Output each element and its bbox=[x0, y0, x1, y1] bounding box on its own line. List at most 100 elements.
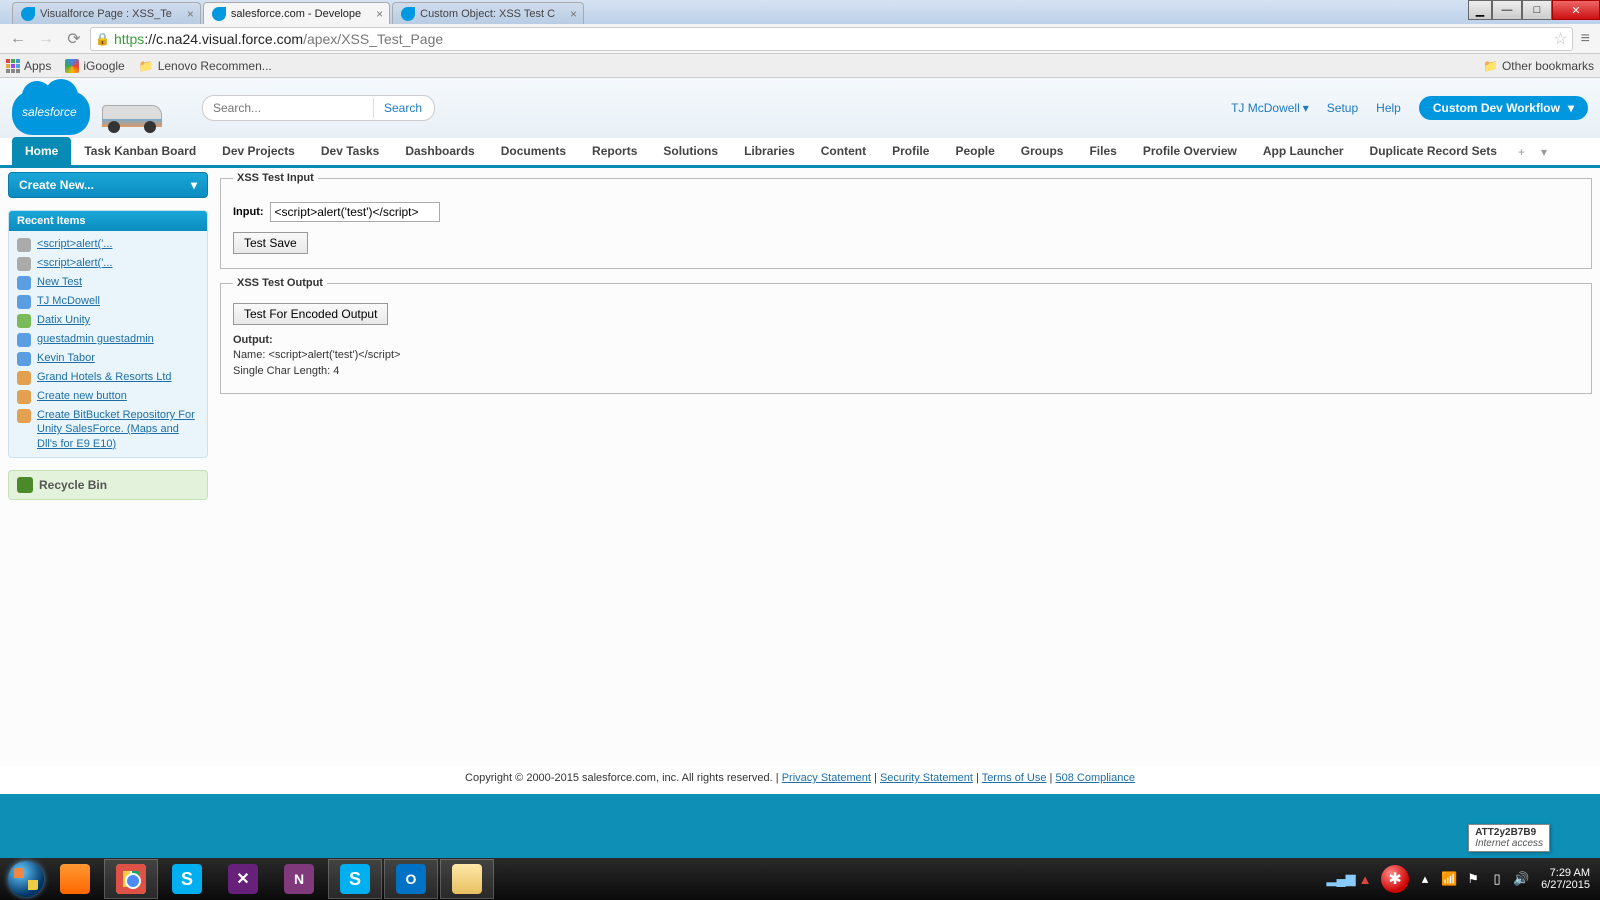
workflow-label: Custom Dev Workflow bbox=[1433, 101, 1560, 115]
privacy-link[interactable]: Privacy Statement bbox=[782, 772, 871, 784]
bookmark-igoogle[interactable]: iGoogle bbox=[65, 59, 124, 73]
bm-label: iGoogle bbox=[83, 59, 124, 73]
taskbar-explorer[interactable] bbox=[440, 859, 494, 899]
reload-icon[interactable]: ⟳ bbox=[62, 27, 86, 51]
address-bar[interactable]: 🔒 https://c.na24.visual.force.com/apex/X… bbox=[90, 27, 1573, 51]
search-input[interactable] bbox=[213, 101, 373, 115]
tray-chevron-icon[interactable]: ▴ bbox=[1417, 871, 1433, 887]
minimize-button[interactable]: — bbox=[1492, 0, 1522, 20]
chevron-down-icon: ▾ bbox=[191, 178, 197, 192]
setup-link[interactable]: Setup bbox=[1327, 101, 1358, 115]
close-button[interactable]: ✕ bbox=[1552, 0, 1600, 20]
taskbar-vs[interactable]: ✕ bbox=[216, 859, 270, 899]
recent-link[interactable]: guestadmin guestadmin bbox=[37, 332, 154, 346]
recent-link[interactable]: Kevin Tabor bbox=[37, 351, 95, 365]
minimize-alt-button[interactable]: ▁ bbox=[1468, 0, 1492, 20]
tab-home[interactable]: Home bbox=[12, 137, 71, 165]
tab-people[interactable]: People bbox=[942, 137, 1007, 165]
other-bookmarks[interactable]: 📁Other bookmarks bbox=[1483, 59, 1594, 73]
close-icon[interactable]: × bbox=[187, 7, 194, 21]
tray-network-icon[interactable]: ▂▄▆ bbox=[1333, 871, 1349, 887]
recent-item: Create new button bbox=[9, 387, 207, 406]
taskbar-onenote[interactable]: N bbox=[272, 859, 326, 899]
tab-documents[interactable]: Documents bbox=[488, 137, 579, 165]
tab-groups[interactable]: Groups bbox=[1008, 137, 1077, 165]
add-tab-icon[interactable]: + bbox=[1510, 139, 1533, 165]
browser-tab-1[interactable]: Visualforce Page : XSS_Te× bbox=[12, 2, 201, 24]
recent-link[interactable]: <script>alert('... bbox=[37, 237, 112, 251]
record-icon bbox=[17, 390, 31, 404]
recent-link[interactable]: Datix Unity bbox=[37, 313, 90, 327]
tab-duplicates[interactable]: Duplicate Record Sets bbox=[1357, 137, 1510, 165]
terms-link[interactable]: Terms of Use bbox=[982, 772, 1047, 784]
forward-icon[interactable]: → bbox=[34, 27, 58, 51]
record-icon bbox=[17, 409, 31, 423]
input-row: Input: bbox=[233, 202, 1579, 222]
tooltip-ssid: ATT2y2B7B9 bbox=[1475, 827, 1543, 838]
tab-files[interactable]: Files bbox=[1076, 137, 1129, 165]
flag-icon[interactable]: ⚑ bbox=[1465, 871, 1481, 887]
recent-link[interactable]: Create BitBucket Repository For Unity Sa… bbox=[37, 408, 199, 451]
tab-dashboards[interactable]: Dashboards bbox=[392, 137, 487, 165]
tray-av-icon[interactable]: ▲ bbox=[1357, 871, 1373, 887]
tab-devtasks[interactable]: Dev Tasks bbox=[308, 137, 392, 165]
apps-shortcut[interactable]: Apps bbox=[6, 59, 51, 73]
recent-link[interactable]: <script>alert('... bbox=[37, 256, 112, 270]
browser-tab-3[interactable]: Custom Object: XSS Test C× bbox=[392, 2, 584, 24]
recent-item: New Test bbox=[9, 273, 207, 292]
browser-tab-2[interactable]: salesforce.com - Develope× bbox=[203, 2, 390, 24]
tab-solutions[interactable]: Solutions bbox=[650, 137, 731, 165]
clock[interactable]: 7:29 AM 6/27/2015 bbox=[1537, 867, 1594, 891]
onenote-icon: N bbox=[284, 864, 314, 894]
close-icon[interactable]: × bbox=[376, 7, 383, 21]
taskbar-wmp[interactable] bbox=[48, 859, 102, 899]
close-icon[interactable]: × bbox=[570, 7, 577, 21]
chrome-icon bbox=[116, 864, 146, 894]
battery-icon[interactable]: ▯ bbox=[1489, 871, 1505, 887]
chevron-down-icon: ▾ bbox=[1568, 101, 1574, 115]
tab-profile[interactable]: Profile bbox=[879, 137, 942, 165]
maximize-button[interactable]: □ bbox=[1522, 0, 1552, 20]
tab-profileoverview[interactable]: Profile Overview bbox=[1130, 137, 1250, 165]
create-new-button[interactable]: Create New...▾ bbox=[8, 172, 208, 198]
search-button[interactable]: Search bbox=[373, 98, 432, 118]
recent-link[interactable]: Grand Hotels & Resorts Ltd bbox=[37, 370, 172, 384]
output-length: Single Char Length: 4 bbox=[233, 365, 339, 377]
test-encoded-button[interactable]: Test For Encoded Output bbox=[233, 303, 388, 325]
tab-libraries[interactable]: Libraries bbox=[731, 137, 808, 165]
recent-link[interactable]: TJ McDowell bbox=[37, 294, 100, 308]
compliance-link[interactable]: 508 Compliance bbox=[1055, 772, 1135, 784]
recent-link[interactable]: Create new button bbox=[37, 389, 127, 403]
tab-kanban[interactable]: Task Kanban Board bbox=[71, 137, 209, 165]
task-icons: S ✕ N S O bbox=[48, 859, 494, 899]
recent-item: guestadmin guestadmin bbox=[9, 330, 207, 349]
tab-reports[interactable]: Reports bbox=[579, 137, 650, 165]
taskbar-chrome[interactable] bbox=[104, 859, 158, 899]
salesforce-logo[interactable]: salesforce bbox=[12, 83, 92, 133]
security-link[interactable]: Security Statement bbox=[880, 772, 973, 784]
wifi-icon[interactable]: 📶 bbox=[1441, 871, 1457, 887]
bookmark-star-icon[interactable]: ☆ bbox=[1553, 29, 1567, 49]
back-icon[interactable]: ← bbox=[6, 27, 30, 51]
recent-link[interactable]: New Test bbox=[37, 275, 82, 289]
start-button[interactable] bbox=[4, 859, 48, 899]
help-link[interactable]: Help bbox=[1376, 101, 1401, 115]
tab-applauncher[interactable]: App Launcher bbox=[1250, 137, 1357, 165]
taskbar-outlook[interactable]: O bbox=[384, 859, 438, 899]
xss-input-field[interactable] bbox=[270, 202, 440, 222]
window-controls: ▁ — □ ✕ bbox=[1468, 0, 1600, 20]
recycle-bin[interactable]: Recycle Bin bbox=[8, 470, 208, 500]
workflow-button[interactable]: Custom Dev Workflow ▾ bbox=[1419, 96, 1588, 120]
taskbar-skype2[interactable]: S bbox=[328, 859, 382, 899]
truck-icon bbox=[102, 83, 172, 133]
more-tabs-icon[interactable]: ▾ bbox=[1533, 139, 1555, 165]
taskbar-skype[interactable]: S bbox=[160, 859, 214, 899]
test-save-button[interactable]: Test Save bbox=[233, 232, 308, 254]
chrome-menu-icon[interactable]: ≡ bbox=[1577, 30, 1594, 48]
tab-devprojects[interactable]: Dev Projects bbox=[209, 137, 308, 165]
bookmark-lenovo[interactable]: 📁Lenovo Recommen... bbox=[139, 59, 272, 73]
tab-content[interactable]: Content bbox=[808, 137, 879, 165]
volume-icon[interactable]: 🔊 bbox=[1513, 871, 1529, 887]
user-menu[interactable]: TJ McDowell▾ bbox=[1231, 101, 1309, 115]
tray-app-icon[interactable]: ✱ bbox=[1381, 865, 1409, 893]
